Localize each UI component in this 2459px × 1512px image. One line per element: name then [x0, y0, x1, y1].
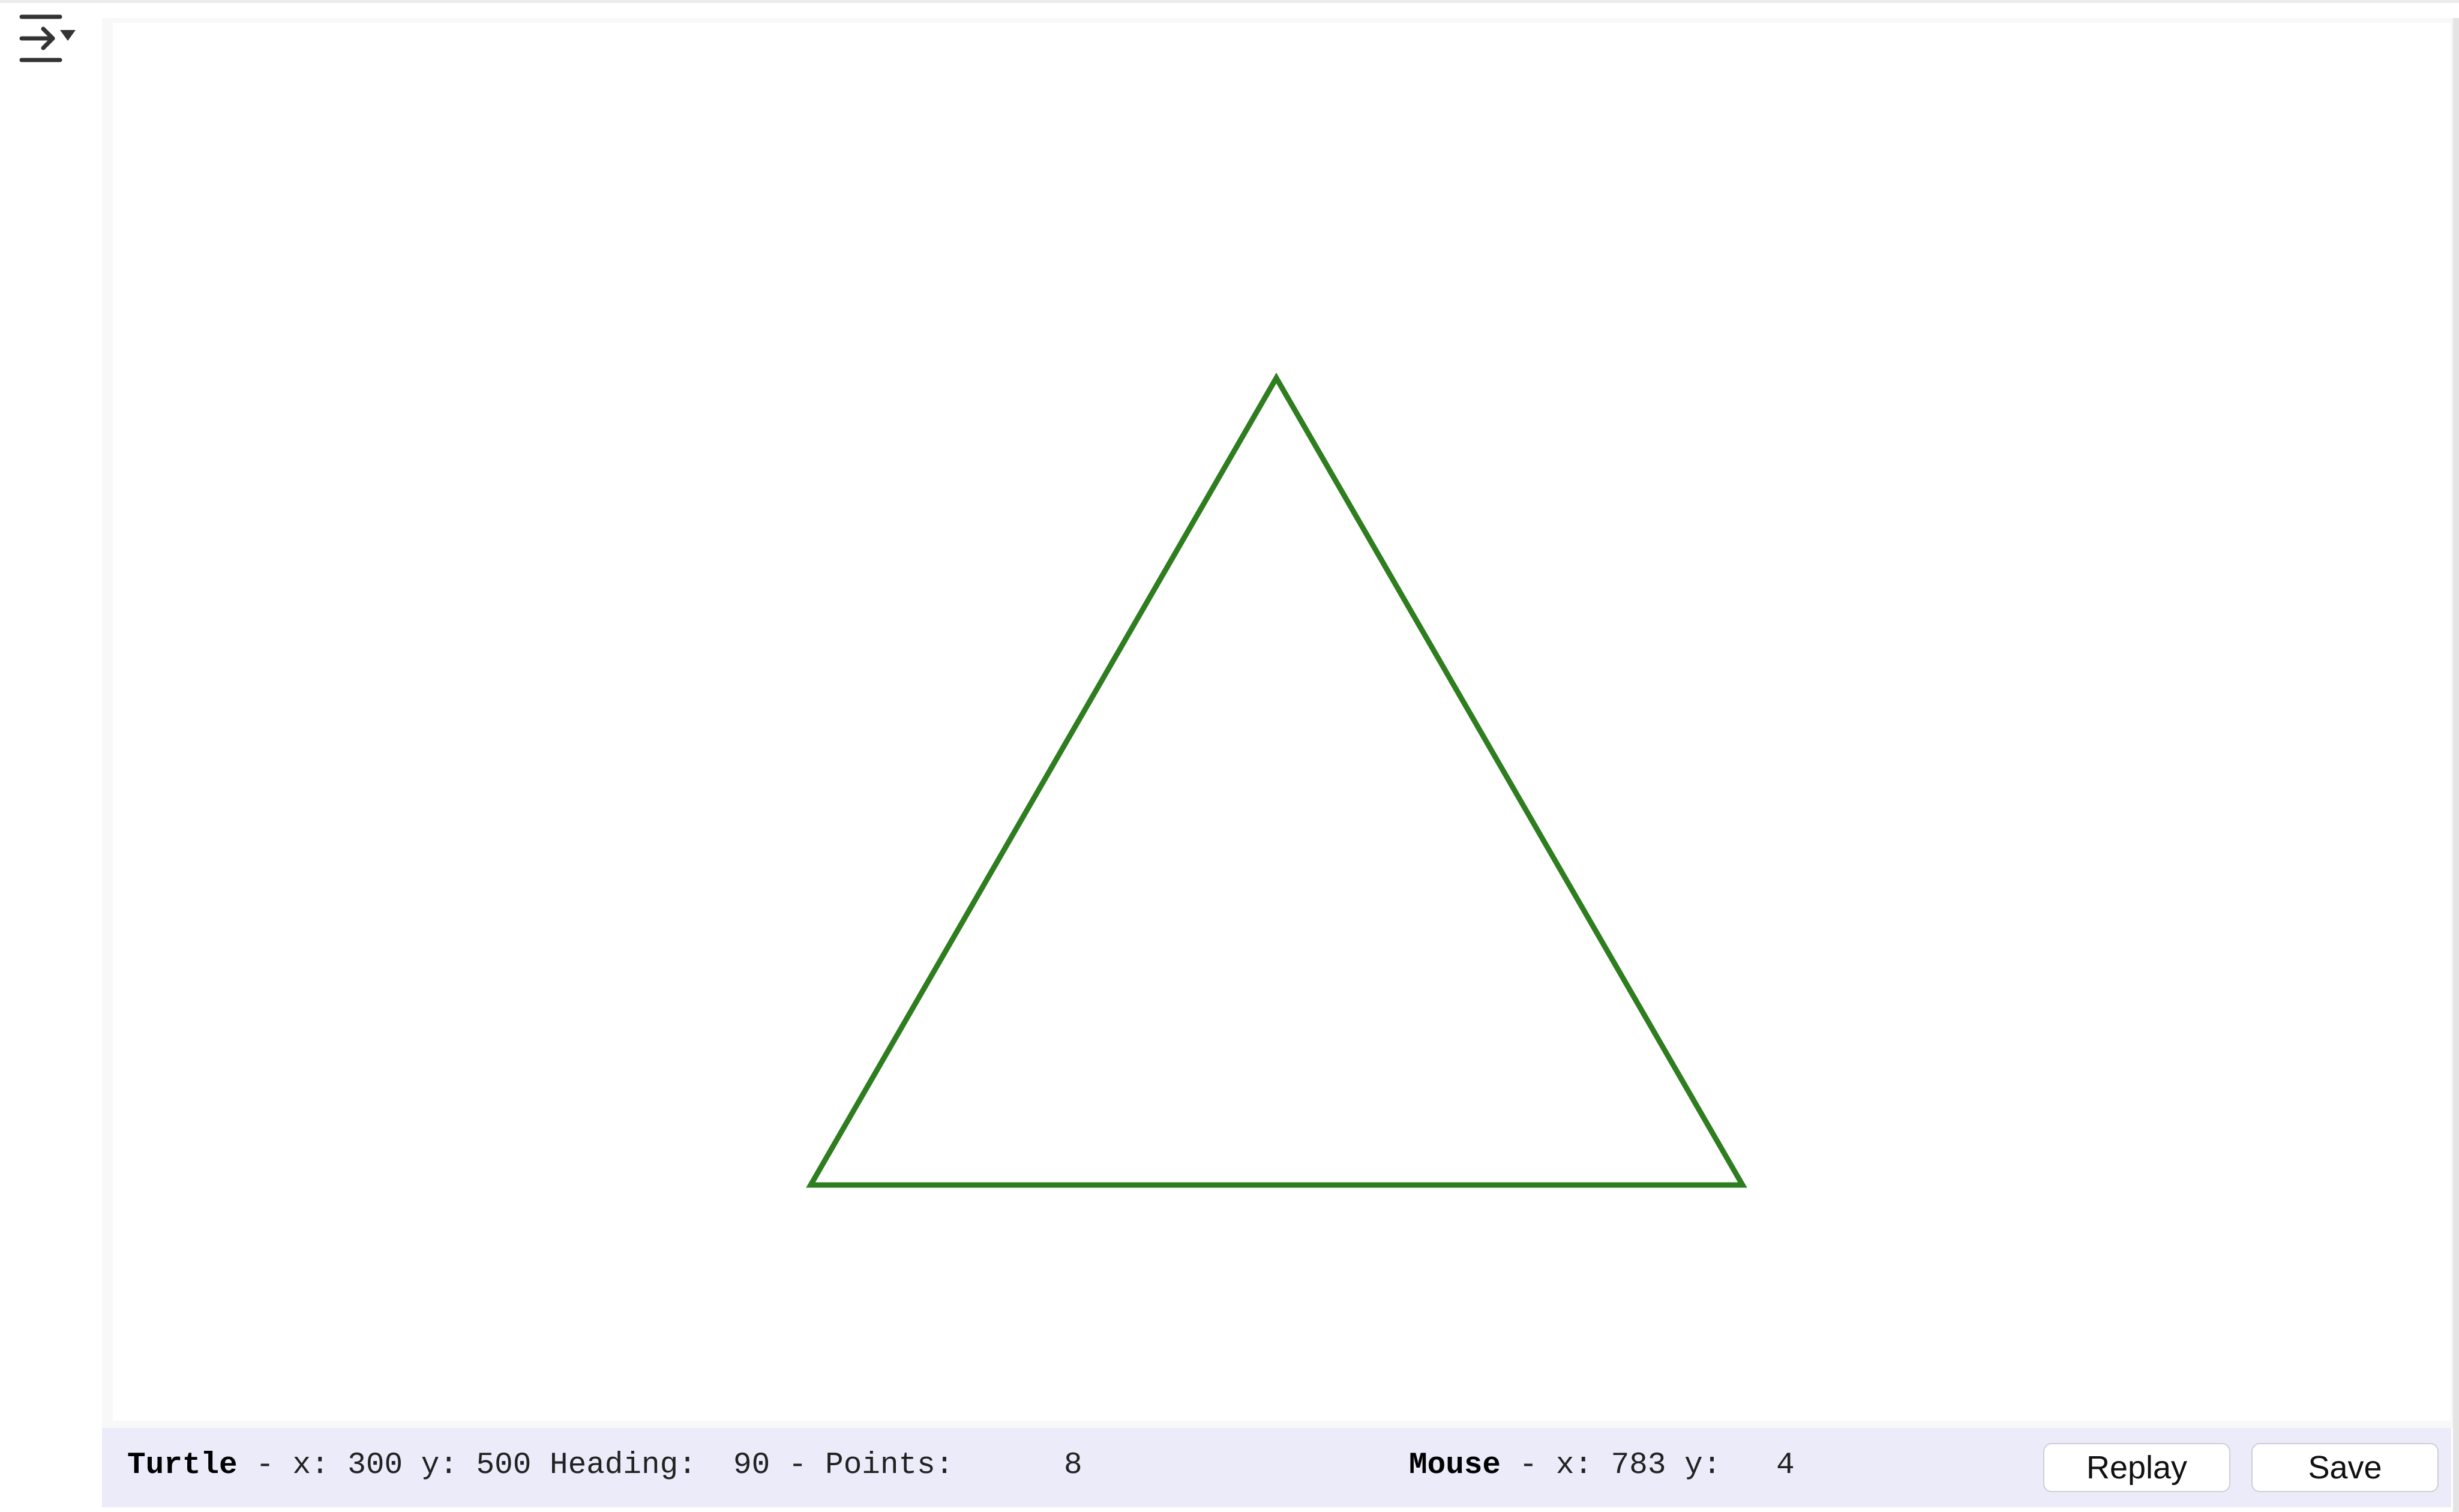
- turtle-triangle-path: [806, 372, 1747, 1188]
- heading-label: Heading:: [549, 1448, 697, 1483]
- drawing-surface: [806, 372, 1747, 1188]
- mouse-status: Mouse - x: 783 y: 4: [1409, 1445, 1795, 1487]
- turtle-x-label: - x:: [237, 1448, 329, 1483]
- mouse-label: Mouse: [1409, 1448, 1501, 1483]
- heading-value: 90: [733, 1448, 770, 1483]
- scrollbar-edge: [2453, 18, 2459, 1512]
- mouse-x-label: - x:: [1501, 1448, 1593, 1483]
- left-rail: [0, 3, 102, 1512]
- turtle-app: Turtle - x: 300 y: 500 Heading: 90 - Poi…: [0, 0, 2459, 1512]
- replay-button[interactable]: Replay: [2043, 1443, 2230, 1492]
- collapse-panel-glyph: [19, 14, 76, 62]
- drawing-canvas[interactable]: [113, 23, 2451, 1421]
- turtle-y-value: 500: [476, 1448, 532, 1483]
- mouse-y-value: 4: [1776, 1448, 1795, 1483]
- turtle-label: Turtle: [127, 1448, 238, 1483]
- turtle-status: Turtle - x: 300 y: 500 Heading: 90 - Poi…: [127, 1445, 1082, 1487]
- collapse-panel-icon[interactable]: [13, 8, 79, 68]
- turtle-x-value: 300: [347, 1448, 403, 1483]
- points-label: - Points:: [788, 1448, 954, 1483]
- save-button[interactable]: Save: [2251, 1443, 2439, 1492]
- points-value: 8: [1063, 1448, 1082, 1483]
- top-divider: [0, 0, 2459, 3]
- mouse-y-label: y:: [1684, 1448, 1722, 1483]
- turtle-y-label: y:: [421, 1448, 458, 1483]
- mouse-x-value: 783: [1611, 1448, 1666, 1483]
